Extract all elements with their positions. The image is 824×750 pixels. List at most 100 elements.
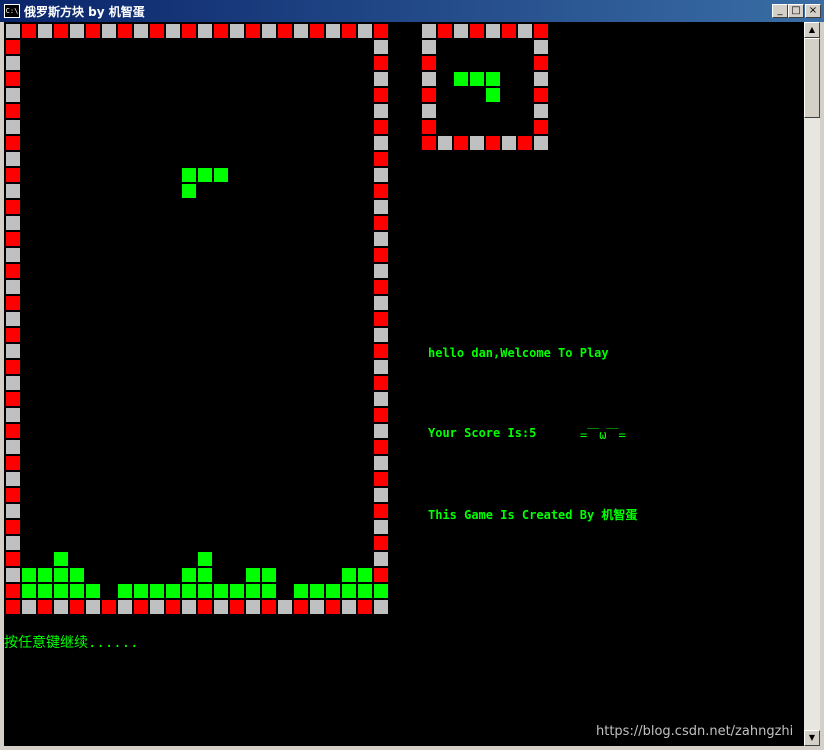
vertical-scrollbar[interactable]: ▲ ▼: [804, 22, 820, 746]
board-border-cell: [374, 184, 388, 198]
next-piece-block: [486, 88, 500, 102]
preview-border-cell: [470, 24, 484, 38]
board-border-cell: [374, 552, 388, 566]
board-border-cell: [278, 600, 292, 614]
board-border-cell: [278, 24, 292, 38]
score-label: Your Score Is:: [428, 426, 530, 440]
board-border-cell: [310, 24, 324, 38]
board-border-cell: [6, 520, 20, 534]
close-button[interactable]: ×: [805, 4, 821, 18]
board-border-cell: [6, 104, 20, 118]
watermark: https://blog.csdn.net/zahngzhi: [596, 724, 794, 739]
stacked-block: [198, 568, 212, 582]
minimize-button[interactable]: _: [772, 4, 788, 18]
board-border-cell: [102, 24, 116, 38]
board-border-cell: [38, 600, 52, 614]
scroll-down-icon[interactable]: ▼: [804, 730, 820, 746]
stacked-block: [342, 568, 356, 582]
board-border-cell: [262, 24, 276, 38]
board-border-cell: [310, 600, 324, 614]
console-window: C:\ 俄罗斯方块 by 机智蛋 _ □ × hello dan,Welcome…: [0, 0, 824, 750]
board-border-cell: [6, 120, 20, 134]
board-border-cell: [374, 440, 388, 454]
board-border-cell: [6, 392, 20, 406]
board-border-cell: [374, 104, 388, 118]
preview-border-cell: [518, 136, 532, 150]
stacked-block: [310, 584, 324, 598]
next-piece-block: [486, 72, 500, 86]
scroll-thumb[interactable]: [804, 38, 820, 118]
board-border-cell: [6, 360, 20, 374]
stacked-block: [54, 568, 68, 582]
board-border-cell: [294, 24, 308, 38]
board-border-cell: [198, 600, 212, 614]
board-border-cell: [374, 504, 388, 518]
stacked-block: [86, 584, 100, 598]
board-border-cell: [246, 24, 260, 38]
board-border-cell: [230, 24, 244, 38]
preview-border-cell: [486, 24, 500, 38]
preview-border-cell: [422, 24, 436, 38]
board-border-cell: [70, 24, 84, 38]
maximize-button[interactable]: □: [788, 4, 804, 18]
board-border-cell: [374, 520, 388, 534]
stacked-block: [246, 568, 260, 582]
title-bar[interactable]: C:\ 俄罗斯方块 by 机智蛋 _ □ ×: [0, 0, 824, 22]
preview-border-cell: [438, 24, 452, 38]
preview-border-cell: [534, 88, 548, 102]
board-border-cell: [374, 56, 388, 70]
emoticon: =￣ω￣=: [580, 428, 626, 442]
board-border-cell: [374, 24, 388, 38]
stacked-block: [214, 584, 228, 598]
board-border-cell: [6, 184, 20, 198]
stacked-block: [38, 568, 52, 582]
board-border-cell: [166, 24, 180, 38]
console-icon[interactable]: C:\: [4, 4, 20, 18]
board-border-cell: [374, 456, 388, 470]
scroll-up-icon[interactable]: ▲: [804, 22, 820, 38]
board-border-cell: [6, 584, 20, 598]
board-border-cell: [374, 152, 388, 166]
board-border-cell: [182, 24, 196, 38]
board-border-cell: [198, 24, 212, 38]
board-border-cell: [374, 216, 388, 230]
stacked-block: [22, 568, 36, 582]
next-piece-block: [454, 72, 468, 86]
board-border-cell: [6, 264, 20, 278]
board-border-cell: [6, 376, 20, 390]
board-border-cell: [374, 328, 388, 342]
preview-border-cell: [502, 136, 516, 150]
preview-border-cell: [518, 24, 532, 38]
falling-block: [182, 168, 196, 182]
preview-border-cell: [470, 136, 484, 150]
preview-border-cell: [534, 136, 548, 150]
board-border-cell: [374, 200, 388, 214]
board-border-cell: [150, 600, 164, 614]
console-area[interactable]: hello dan,Welcome To Play Your Score Is:…: [4, 22, 804, 746]
board-border-cell: [374, 536, 388, 550]
board-border-cell: [374, 488, 388, 502]
board-border-cell: [134, 600, 148, 614]
window-title: 俄罗斯方块 by 机智蛋: [24, 5, 145, 19]
board-border-cell: [54, 600, 68, 614]
board-border-cell: [374, 344, 388, 358]
board-border-cell: [6, 536, 20, 550]
board-border-cell: [374, 296, 388, 310]
next-piece-block: [470, 72, 484, 86]
board-border-cell: [374, 408, 388, 422]
board-border-cell: [214, 24, 228, 38]
board-border-cell: [374, 40, 388, 54]
board-border-cell: [374, 88, 388, 102]
board-border-cell: [214, 600, 228, 614]
stacked-block: [198, 552, 212, 566]
board-border-cell: [6, 472, 20, 486]
board-border-cell: [374, 376, 388, 390]
preview-border-cell: [534, 40, 548, 54]
board-border-cell: [358, 24, 372, 38]
board-border-cell: [6, 344, 20, 358]
board-border-cell: [6, 72, 20, 86]
board-border-cell: [54, 24, 68, 38]
board-border-cell: [6, 56, 20, 70]
board-border-cell: [38, 24, 52, 38]
preview-border-cell: [534, 72, 548, 86]
